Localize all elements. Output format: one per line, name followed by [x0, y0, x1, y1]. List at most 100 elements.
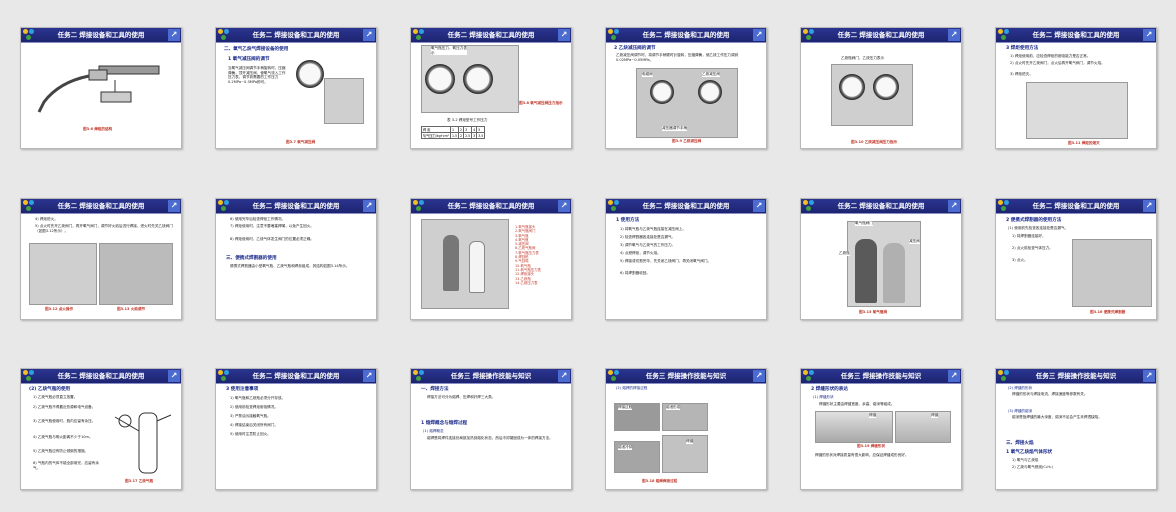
slide-title: 任务二 焊接设备和工具的使用 — [447, 31, 535, 39]
logo-icon — [803, 200, 816, 212]
flame-photo — [99, 243, 173, 305]
slide-thumbnail-9[interactable]: 任务二 焊接设备和工具的使用 ↗ 1-氧气瓶接头 2-氧气瓶阀门 3-氧气瓶 4-… — [410, 198, 572, 320]
slide-thumbnail-13[interactable]: 任务二 焊接设备和工具的使用 ↗ (2) 乙炔气瓶的使用 1) 乙炔气瓶必须直立放… — [20, 368, 182, 490]
list-item: 4) 乙炔气瓶与明火距离不少于10m。 — [33, 435, 93, 439]
logo-icon — [608, 29, 621, 41]
slide-thumbnail-12[interactable]: 任务二 焊接设备和工具的使用 ↗ 2 便携式焊割器的使用方法 (1) 使用前先检查… — [995, 198, 1157, 320]
slide-thumbnail-7[interactable]: 任务二 焊接设备和工具的使用 ↗ 4) 焊炬熄火。 5) 点火时先开乙炔阀门，再开… — [20, 198, 182, 320]
figure-caption: 图3.18 熔焊焊接过程 — [642, 479, 678, 483]
logo-icon — [218, 370, 231, 382]
figure-caption: 图3.11 焊炬的熄灭 — [1068, 141, 1100, 145]
subsection-heading: 2 便携式焊割器的使用方法 — [1006, 218, 1062, 223]
label: 乙炔减压阀 — [702, 72, 720, 77]
body-text: 当氧气减压阀调节手柄旋转时，压缩弹簧，顶开减压阀，使氧气流入工作压力表，调节到需… — [228, 66, 286, 84]
regulator-image — [324, 78, 364, 124]
logo-icon — [23, 370, 36, 382]
ignition-photo — [29, 243, 97, 305]
logo-icon — [803, 29, 816, 41]
subheading: (1) 熔焊概念 — [423, 429, 444, 433]
figure-caption: 图3.15 氧气瓶阀 — [859, 310, 888, 314]
logo-icon — [23, 29, 36, 41]
list-item: 2) 点火前检查气体压力。 — [1012, 246, 1053, 250]
acetylene-cylinder-diagram — [114, 412, 172, 474]
slide-thumbnail-14[interactable]: 任务二 焊接设备和工具的使用 ↗ 3 使用注意事项 1) 氧气瓶和乙炔瓶必须分开存… — [215, 368, 377, 490]
list-item: 1) 焊炬使用前，应检查焊炬的射吸能力是否正常。 — [1010, 54, 1091, 58]
body-text: 焊接方法可分为熔焊、压焊和钎焊三大类。 — [427, 395, 496, 399]
slide-thumbnail-5[interactable]: 任务二 焊接设备和工具的使用 ↗ 乙炔瓶阀门，乙炔压力表示 图3.10 乙炔减压阀… — [800, 27, 962, 149]
list-item: 2) 乙炔气瓶不得靠近热源和电气设备。 — [33, 405, 96, 409]
logo-icon — [413, 29, 426, 41]
link-icon: ↗ — [168, 370, 180, 382]
subheading: (2) 焊缝的形状 — [1008, 386, 1033, 390]
weld-bead-photo — [815, 411, 893, 443]
slide-thumbnail-15[interactable]: 任务三 焊接操作技能与知识 ↗ 一、焊接方法 焊接方法可分为熔焊、压焊和钎焊三大类… — [410, 368, 572, 490]
slide-thumbnail-17[interactable]: 任务三 焊接操作技能与知识 ↗ 2 焊缝形状的表达 (1) 焊缝形状 焊缝形状主要… — [800, 368, 962, 490]
link-icon: ↗ — [948, 370, 960, 382]
slide-title: 任务二 焊接设备和工具的使用 — [837, 31, 925, 39]
list-item: 3) 调节氧气与乙炔气的工作压力。 — [620, 243, 676, 247]
link-icon: ↗ — [168, 200, 180, 212]
portable-kit-photo — [1072, 239, 1152, 307]
pressure-table: 焊 炬12345 氧气压力/kgf·cm² 1.5 2 2.5 3 3.5 — [421, 126, 486, 139]
regulator-gauge — [296, 60, 324, 88]
slide-thumbnail-8[interactable]: 任务二 焊接设备和工具的使用 ↗ 6) 使用完毕后检查焊炬工作情况。 7) 焊炬使… — [215, 198, 377, 320]
logo-icon — [608, 370, 621, 382]
subsection-heading: 1 氧气减压阀的调节 — [228, 57, 270, 62]
link-icon: ↗ — [363, 370, 375, 382]
photo-label: 焊接过程 — [618, 405, 633, 410]
slide-title: 任务二 焊接设备和工具的使用 — [447, 202, 535, 210]
body-text: 乙炔减压阀调节时，将调节手柄顺时针旋转，压缩弹簧，使乙炔工作压力调到0.02MP… — [616, 53, 739, 62]
figure-caption: 图3.7 氧气减压阀 — [286, 140, 316, 144]
list-item: 5) 使用时注意防止回火。 — [230, 432, 271, 436]
slide-thumbnail-1[interactable]: 任务二 焊接设备和工具的使用 ↗ 图3.6 焊炬的结构 — [20, 27, 182, 149]
list-item: 5) 乙炔气瓶应有防止倾倒的措施。 — [33, 449, 89, 453]
logo-icon — [413, 370, 426, 382]
photo-label: 熔池冷却 — [618, 445, 633, 450]
list-item: 5) 点火时先开乙炔阀门，再开氧气阀门，调节好火焰后进行焊接，熄火时先关乙炔阀门… — [35, 224, 173, 233]
logo-icon — [998, 370, 1011, 382]
body-text: 熔焊是将焊件连接处局部加热到熔化状态，然后冷却凝固成为一体的焊接方法。 — [427, 436, 553, 440]
slide-thumbnail-10[interactable]: 任务二 焊接设备和工具的使用 ↗ 1 使用方法 1) 将氧气瓶与乙炔气瓶连接在减压… — [605, 198, 767, 320]
figure-caption: 图3.16 便携式焊割器 — [1090, 310, 1126, 314]
link-icon: ↗ — [948, 29, 960, 41]
list-item: (1) 使用前先检查各连接处是否漏气。 — [1008, 226, 1069, 230]
slide-title: 任务三 焊接操作技能与知识 — [450, 372, 532, 380]
slide-thumbnail-16[interactable]: 任务三 焊接操作技能与知识 ↗ (2) 熔焊的焊接过程 焊接过程 熔池形成 焊缝 … — [605, 368, 767, 490]
list-item: 1) 氧气与乙炔焰 — [1012, 458, 1039, 462]
label: 氧气瓶阀门 — [855, 221, 873, 226]
list-item: 14-乙炔压力表 — [515, 280, 538, 285]
pressure-gauge-right — [873, 74, 899, 100]
list-item: 6) 使用完毕后检查焊炬工作情况。 — [230, 217, 286, 221]
slide-thumbnail-4[interactable]: 任务二 焊接设备和工具的使用 ↗ 2 乙炔减压阀的调节 乙炔减压阀调节时，将调节手… — [605, 27, 767, 149]
slide-thumbnail-6[interactable]: 任务二 焊接设备和工具的使用 ↗ 3 焊炬使用方法 1) 焊炬使用前，应检查焊炬的… — [995, 27, 1157, 149]
slide-thumbnail-11[interactable]: 任务二 焊接设备和工具的使用 ↗ 氧气瓶阀门 乙炔瓶 减压阀 图3.15 氧气瓶阀 — [800, 198, 962, 320]
body-text: 便携式焊割器由小型氧气瓶、乙炔气瓶和焊炬组成，其结构如图3.14所示。 — [230, 264, 350, 268]
link-icon: ↗ — [558, 200, 570, 212]
slide-title: 任务二 焊接设备和工具的使用 — [642, 31, 730, 39]
slide-title: 任务二 焊接设备和工具的使用 — [57, 31, 145, 39]
welding-photo — [662, 435, 708, 473]
figure-caption: 图3.19 焊缝形状 — [857, 444, 886, 448]
slide-title: 任务二 焊接设备和工具的使用 — [837, 202, 925, 210]
label: 减压器调节手柄 — [662, 126, 688, 131]
pressure-gauge-left — [425, 64, 455, 94]
list-item: 7) 焊炬使用时，注意不要堵塞焊嘴，以免产生回火。 — [230, 224, 314, 228]
slide-title: 任务二 焊接设备和工具的使用 — [642, 202, 730, 210]
slide-thumbnail-18[interactable]: 任务三 焊接操作技能与知识 ↗ (2) 焊缝的形状 焊缝的形状与焊接电流、焊接速度… — [995, 368, 1157, 490]
slide-thumbnail-3[interactable]: 任务二 焊接设备和工具的使用 ↗ 氧气瓶压力，氧压力表示 图3.8 氧气减压阀压力… — [410, 27, 572, 149]
photo-label: 焊缝 — [931, 413, 939, 418]
photo-label: 熔池形成 — [666, 405, 681, 410]
logo-icon — [23, 200, 36, 212]
section-heading: 三、焊接火焰 — [1006, 441, 1034, 446]
subheading: (2) 熔焊的焊接过程 — [616, 386, 648, 390]
pressure-gauge-left — [839, 74, 865, 100]
label: 乙炔瓶 — [839, 251, 850, 256]
section-heading: 一、焊接方法 — [421, 387, 449, 392]
body-text: 焊缝形状主要由焊缝宽度、余高、熔深等组成。 — [819, 402, 895, 406]
list-item: 5) 焊接或切割完毕，先关闭乙炔阀门，再关闭氧气阀门。 — [620, 259, 712, 263]
list-item: 3) 焊炬熄灭。 — [1010, 72, 1033, 76]
subsection-heading: 3 使用注意事项 — [226, 387, 259, 392]
slide-thumbnail-2[interactable]: 任务二 焊接设备和工具的使用 ↗ 二、氧气乙炔气焊接设备的使用 1 氧气减压阀的调… — [215, 27, 377, 149]
link-icon: ↗ — [558, 370, 570, 382]
subsection-heading: 2 焊缝形状的表达 — [811, 387, 848, 392]
